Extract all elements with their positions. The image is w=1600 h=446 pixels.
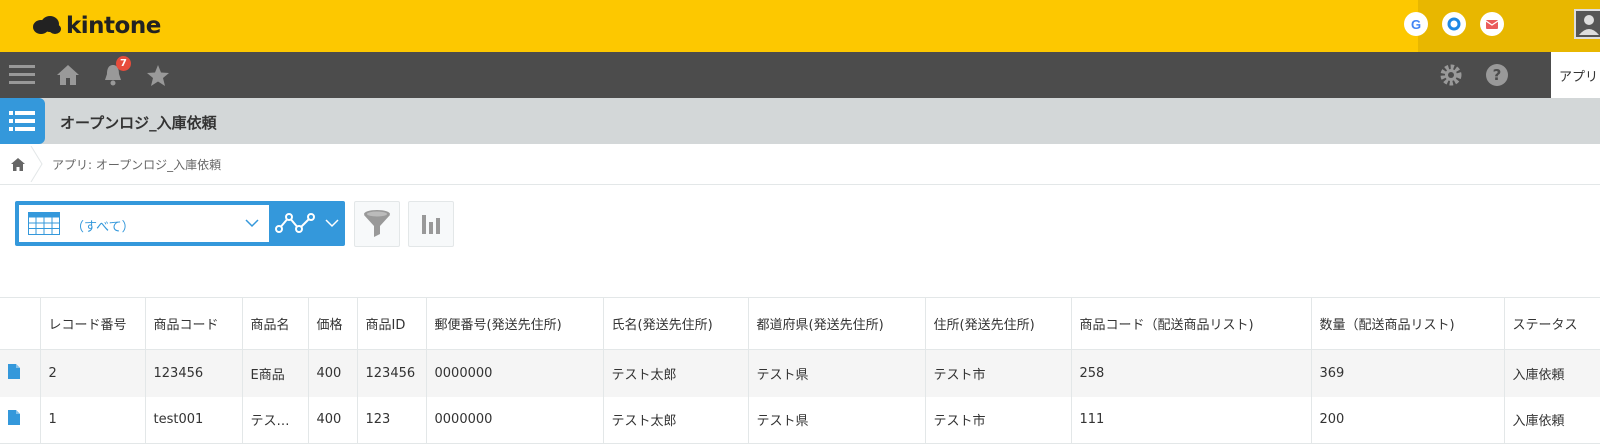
app-menu-tab[interactable]: アプリ	[1551, 52, 1600, 98]
record-detail-link[interactable]	[0, 396, 41, 444]
table-cell: test001	[145, 396, 243, 444]
table-cell: テスト市	[925, 349, 1072, 397]
logo-text: kintone	[66, 13, 161, 39]
table-cell: 111	[1071, 396, 1312, 444]
column-header[interactable]: 商品コード	[145, 297, 243, 350]
table-cell: 123456	[357, 349, 427, 397]
record-detail-link[interactable]	[0, 349, 41, 397]
app-list-icon[interactable]	[0, 98, 45, 144]
view-label: （すべて）	[71, 220, 135, 235]
view-dropdown[interactable]: （すべて）	[19, 205, 269, 242]
table-cell: 0000000	[426, 396, 604, 444]
ring-icon	[1447, 17, 1461, 31]
document-icon	[8, 363, 20, 379]
column-header[interactable]: 商品ID	[357, 297, 427, 350]
table-cell: E商品	[242, 349, 309, 397]
svg-text:?: ?	[1493, 66, 1502, 84]
table-cell: 123	[357, 396, 427, 444]
filter-button[interactable]	[354, 201, 400, 247]
breadcrumb-separator-icon	[30, 146, 43, 182]
view-selector: （すべて）	[15, 201, 345, 246]
bar-chart-icon	[422, 215, 440, 234]
graph-line-icon	[275, 213, 315, 233]
breadcrumb: アプリ: オープンロジ_入庫依頼	[0, 144, 1600, 185]
table-cell: 2	[40, 349, 146, 397]
column-header[interactable]: 都道府県(発送先住所)	[748, 297, 926, 350]
table-row: 1 test001 テス… 400 123 0000000 テスト太郎 テスト県…	[0, 396, 1600, 444]
table-cell: 1	[40, 396, 146, 444]
table-cell: 0000000	[426, 349, 604, 397]
column-header[interactable]: 氏名(発送先住所)	[603, 297, 749, 350]
table-cell: 400	[308, 349, 358, 397]
table-cell: 400	[308, 396, 358, 444]
table-cell: 123456	[145, 349, 243, 397]
home-icon[interactable]	[54, 62, 82, 88]
column-header[interactable]: 商品名	[242, 297, 309, 350]
help-icon[interactable]: ?	[1483, 62, 1511, 88]
gear-icon[interactable]	[1437, 62, 1465, 88]
chevron-down-icon	[325, 219, 339, 228]
column-header[interactable]: 数量（配送商品リスト)	[1311, 297, 1505, 350]
cloud-logo-icon	[33, 16, 61, 34]
menu-icon[interactable]	[8, 62, 36, 88]
document-icon	[8, 410, 20, 426]
chevron-down-icon	[245, 219, 259, 228]
mail-icon[interactable]	[1480, 12, 1504, 36]
graph-dropdown[interactable]	[273, 205, 341, 242]
table-row: 2 123456 E商品 400 123456 0000000 テスト太郎 テス…	[0, 349, 1600, 397]
column-header[interactable]: 商品コード（配送商品リスト)	[1071, 297, 1312, 350]
table-cell: 入庫依頼	[1504, 396, 1600, 444]
kintone-logo[interactable]: kintone	[32, 10, 161, 42]
column-header[interactable]: 郵便番号(発送先住所)	[426, 297, 604, 350]
table-cell: テスト太郎	[603, 396, 749, 444]
google-icon[interactable]: G	[1404, 12, 1428, 36]
user-avatar-icon	[1574, 9, 1600, 39]
breadcrumb-app-link[interactable]: アプリ: オープンロジ_入庫依頼	[52, 156, 221, 173]
table-cell: テスト県	[748, 349, 926, 397]
funnel-icon	[364, 210, 390, 237]
google-glyph: G	[1410, 16, 1422, 32]
table-cell: 入庫依頼	[1504, 349, 1600, 397]
table-cell: テス…	[242, 396, 309, 444]
table-cell: 200	[1311, 396, 1505, 444]
star-icon[interactable]	[145, 62, 171, 88]
header-services: G	[1404, 0, 1550, 52]
column-header[interactable]: 価格	[308, 297, 358, 350]
column-header[interactable]: 住所(発送先住所)	[925, 297, 1072, 350]
user-menu[interactable]	[1550, 0, 1600, 52]
table-cell: テスト県	[748, 396, 926, 444]
table-cell: テスト太郎	[603, 349, 749, 397]
garoon-icon[interactable]	[1442, 12, 1466, 36]
table-cell: 369	[1311, 349, 1505, 397]
table-cell: テスト市	[925, 396, 1072, 444]
notification-badge: 7	[116, 56, 131, 71]
table-view-icon	[28, 212, 60, 235]
record-list-table: レコード番号 商品コード 商品名 価格 商品ID 郵便番号(発送先住所) 氏名(…	[0, 297, 1600, 444]
app-titlebar: オープンロジ_入庫依頼	[0, 98, 1600, 144]
column-header[interactable]: レコード番号	[40, 297, 146, 350]
column-header	[0, 297, 41, 350]
graph-button[interactable]	[408, 201, 454, 247]
page-title: オープンロジ_入庫依頼	[60, 114, 217, 132]
column-header[interactable]: ステータス	[1504, 297, 1600, 350]
envelope-icon	[1485, 20, 1499, 29]
global-navbar: 7 ? アプリ	[0, 52, 1600, 98]
header: kintone G	[0, 0, 1600, 52]
table-header-row: レコード番号 商品コード 商品名 価格 商品ID 郵便番号(発送先住所) 氏名(…	[0, 297, 1600, 350]
table-cell: 258	[1071, 349, 1312, 397]
